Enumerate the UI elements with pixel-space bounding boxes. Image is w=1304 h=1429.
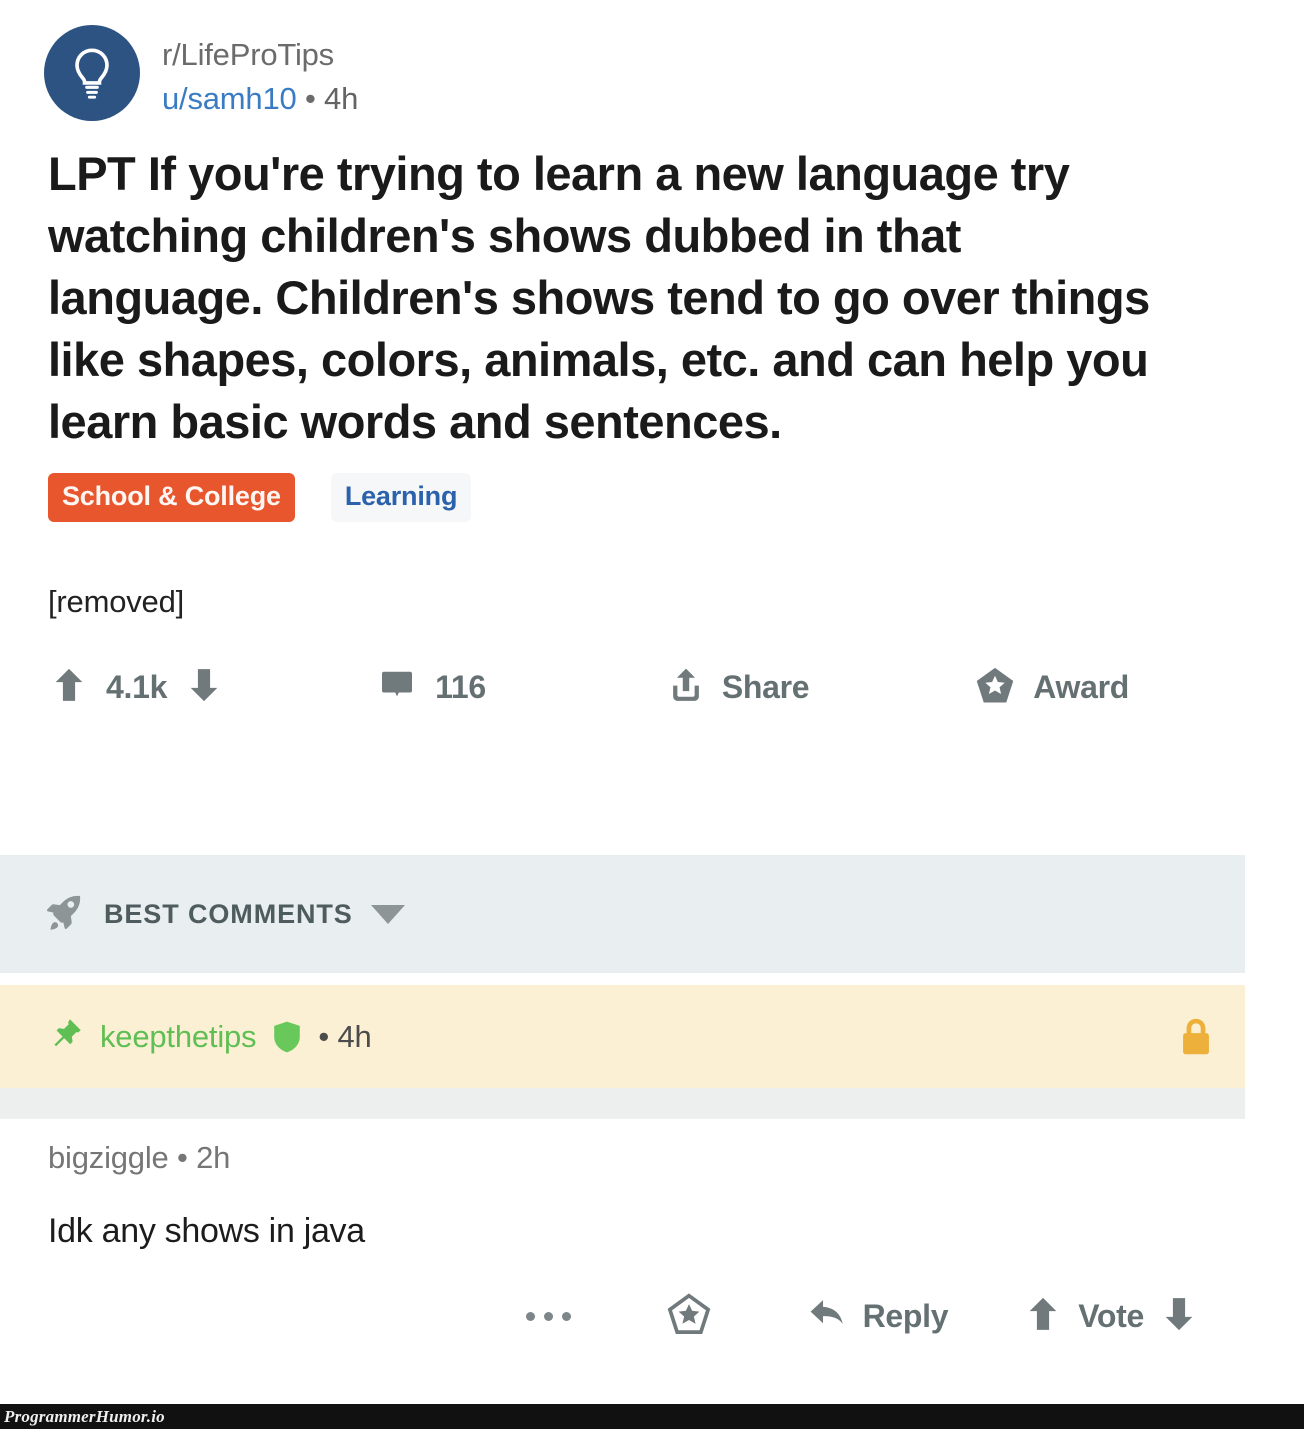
reply-button[interactable]: Reply xyxy=(807,1295,949,1338)
reply-arrow-icon xyxy=(807,1295,847,1338)
meta-separator xyxy=(297,81,305,116)
comment-item: bigziggle • 2h Idk any shows in java Rep… xyxy=(0,1140,1304,1340)
share-upload-icon xyxy=(668,666,704,709)
award-button[interactable]: Award xyxy=(975,666,1129,709)
lightbulb-icon xyxy=(63,44,121,102)
comment-meta: bigziggle • 2h xyxy=(0,1140,1304,1176)
meta-dot: • xyxy=(304,80,316,116)
post-meta: r/LifeProTips u/samh10 • 4h xyxy=(162,25,358,118)
comment-author[interactable]: bigziggle xyxy=(48,1140,169,1175)
comment-dot: • xyxy=(177,1140,188,1175)
pinned-comment-row[interactable]: keepthetips • 4h xyxy=(0,985,1245,1088)
watermark-text: ProgrammerHumor.io xyxy=(4,1406,165,1426)
ellipsis-icon[interactable] xyxy=(525,1312,571,1321)
rocket-icon xyxy=(44,892,84,937)
reddit-post-screenshot: r/LifeProTips u/samh10 • 4h LPT If you'r… xyxy=(0,0,1304,1429)
vote-group: 4.1k xyxy=(52,666,221,709)
post-body-removed: [removed] xyxy=(48,584,185,619)
comments-group[interactable]: 116 xyxy=(379,667,506,708)
upvote-arrow-icon[interactable] xyxy=(1026,1295,1060,1338)
reply-label: Reply xyxy=(862,1298,949,1334)
author-line: u/samh10 • 4h xyxy=(162,79,358,119)
comment-body: Idk any shows in java xyxy=(48,1212,365,1250)
pinned-comment-author[interactable]: keepthetips xyxy=(100,1019,257,1055)
comment-count: 116 xyxy=(435,669,486,705)
flair-learning[interactable]: Learning xyxy=(330,473,472,522)
share-label: Share xyxy=(721,669,810,705)
comment-divider xyxy=(0,1088,1245,1119)
comment-action-bar: Reply Vote xyxy=(0,1293,1304,1340)
post-timestamp: 4h xyxy=(324,80,359,116)
pushpin-icon xyxy=(48,1016,84,1057)
subreddit-name[interactable]: r/LifeProTips xyxy=(162,35,358,75)
downvote-arrow-icon[interactable] xyxy=(187,666,221,709)
flair-school-college[interactable]: School & College xyxy=(48,473,295,522)
best-comments-sort-bar[interactable]: BEST COMMENTS xyxy=(0,855,1245,973)
comment-award-button[interactable] xyxy=(667,1293,711,1340)
comment-timestamp: 2h xyxy=(196,1140,231,1175)
chevron-down-icon[interactable] xyxy=(370,904,405,924)
best-comments-label: BEST COMMENTS xyxy=(104,898,353,929)
shield-icon xyxy=(272,1020,302,1054)
watermark-bar: ProgrammerHumor.io xyxy=(0,1404,1304,1429)
pinned-timestamp: 4h xyxy=(337,1018,372,1054)
upvote-arrow-icon[interactable] xyxy=(52,666,86,709)
vote-label: Vote xyxy=(1078,1298,1144,1334)
downvote-arrow-icon[interactable] xyxy=(1162,1295,1196,1338)
award-star-icon xyxy=(975,666,1015,709)
pinned-dot: • xyxy=(318,1018,330,1054)
post-title[interactable]: LPT If you're trying to learn a new lang… xyxy=(0,143,1304,453)
comment-bubble-icon xyxy=(379,667,415,708)
post-action-bar: 4.1k 116 Share Award xyxy=(0,666,1304,709)
lock-icon xyxy=(1177,1016,1215,1058)
post-header: r/LifeProTips u/samh10 • 4h xyxy=(0,0,1304,121)
award-label: Award xyxy=(1033,669,1130,705)
subreddit-avatar[interactable] xyxy=(44,25,140,121)
author-link[interactable]: u/samh10 xyxy=(162,81,297,116)
post-score: 4.1k xyxy=(106,669,168,705)
comment-vote-group: Vote xyxy=(1026,1295,1196,1338)
share-button[interactable]: Share xyxy=(668,666,810,709)
flair-row: School & College Learning xyxy=(0,473,1304,522)
pinned-comment-meta: • 4h xyxy=(318,1019,371,1055)
